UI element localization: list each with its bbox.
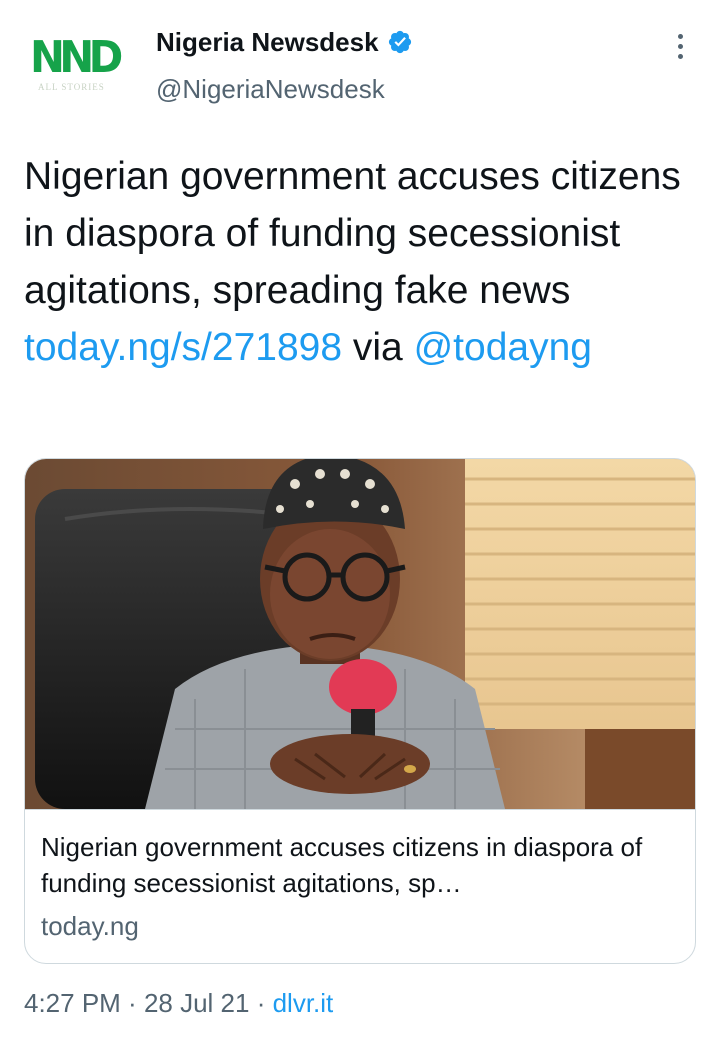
display-name[interactable]: Nigeria Newsdesk [156,27,379,58]
more-options-icon[interactable] [664,28,696,64]
avatar-subtitle: ALL STORIES [38,82,105,92]
tweet-mention[interactable]: @todayng [414,326,592,369]
card-image[interactable] [25,459,695,810]
meta-separator: · [249,988,273,1018]
user-handle[interactable]: @NigeriaNewsdesk [156,74,385,105]
tweet: NND ALL STORIES Nigeria Newsdesk @Nigeri… [0,0,720,1040]
tweet-metadata: 4:27 PM · 28 Jul 21 · dlvr.it [24,988,333,1019]
card-title[interactable]: Nigerian government accuses citizens in … [41,829,681,901]
avatar[interactable]: NND ALL STORIES [24,28,132,100]
man-with-microphone-photo-icon [25,459,695,809]
verified-badge-icon [387,29,413,55]
tweet-date[interactable]: 28 Jul 21 [144,988,250,1018]
display-name-row: Nigeria Newsdesk [156,24,413,60]
tweet-via-text: via [342,326,414,369]
card-domain: today.ng [41,911,139,941]
meta-separator: · [120,988,144,1018]
tweet-source-link[interactable]: dlvr.it [273,988,334,1018]
tweet-time[interactable]: 4:27 PM [24,988,121,1018]
link-card[interactable]: Nigerian government accuses citizens in … [24,458,696,964]
tweet-text-body: Nigerian government accuses citizens in … [24,155,681,312]
tweet-link[interactable]: today.ng/s/271898 [24,326,342,369]
tweet-text: Nigerian government accuses citizens in … [24,148,704,376]
avatar-logo: NND [30,32,123,83]
